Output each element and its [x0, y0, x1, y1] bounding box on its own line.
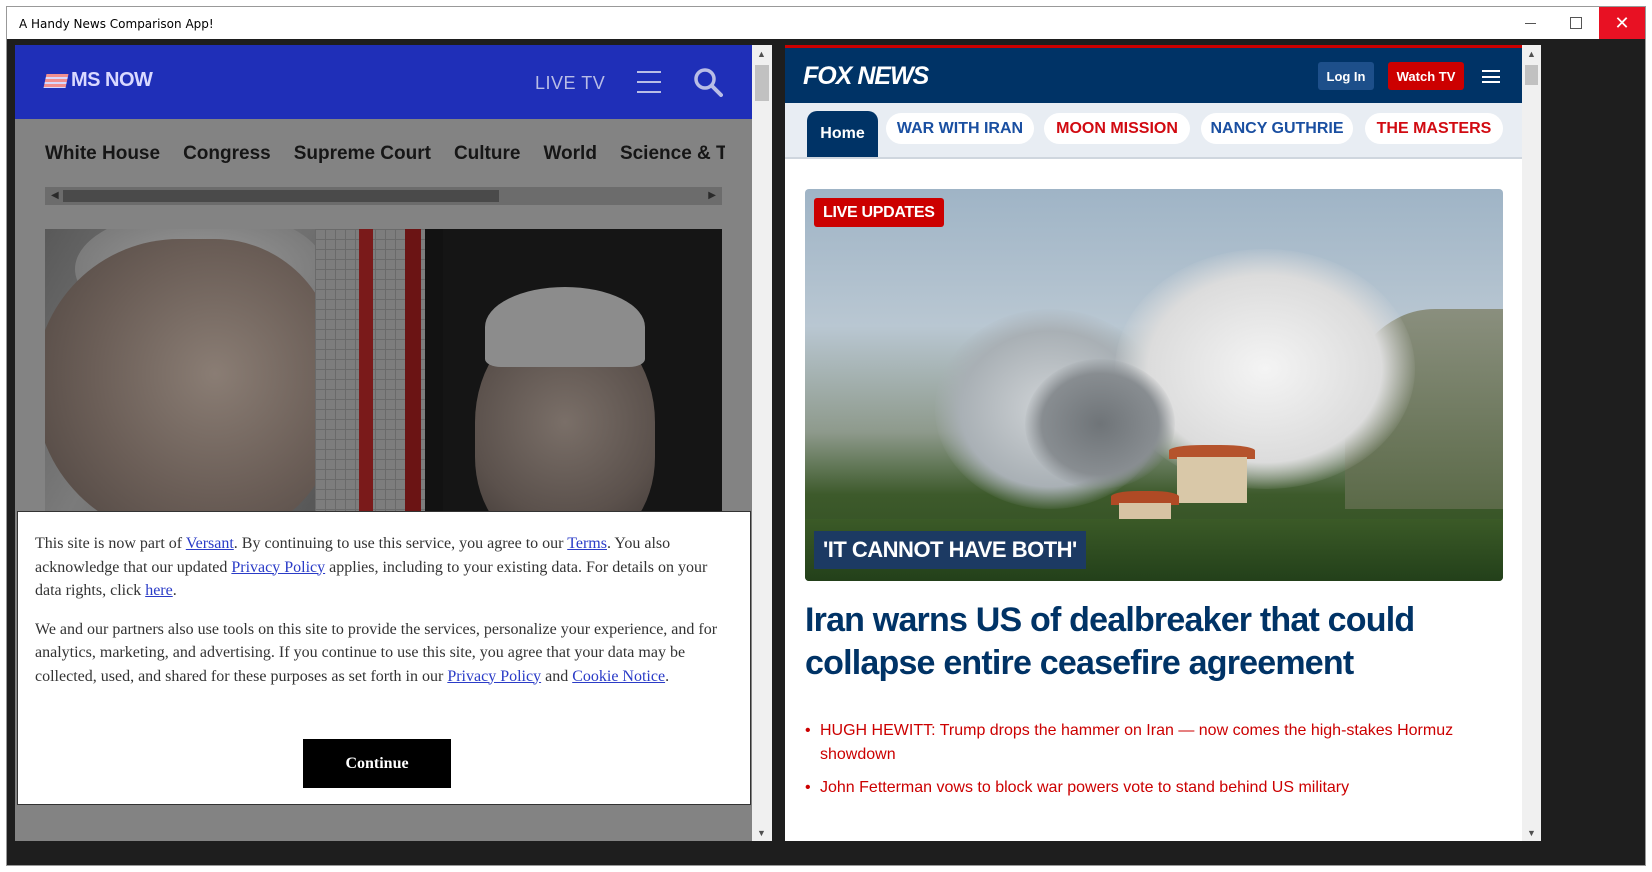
- here-link[interactable]: here: [145, 582, 173, 599]
- scroll-right-icon[interactable]: ▶: [708, 190, 716, 201]
- foxnews-logo[interactable]: FOX NEWS: [803, 62, 929, 91]
- related-story[interactable]: John Fetterman vows to block war powers …: [805, 776, 1505, 800]
- minimize-icon: [1524, 22, 1536, 24]
- msnow-nav: White House Congress Supreme Court Cultu…: [45, 143, 725, 165]
- related-stories-list: HUGH HEWITT: Trump drops the hammer on I…: [805, 719, 1505, 809]
- foxnews-pane: FOX NEWS Log In Watch TV Home WAR WITH I…: [785, 45, 1541, 841]
- login-button[interactable]: Log In: [1318, 62, 1374, 90]
- lead-story-image[interactable]: [45, 229, 722, 519]
- continue-button[interactable]: Continue: [303, 739, 451, 788]
- consent-paragraph-1: This site is now part of Versant. By con…: [35, 535, 708, 599]
- terms-link[interactable]: Terms: [567, 535, 607, 552]
- foxnews-tabs: Home WAR WITH IRAN MOON MISSION NANCY GU…: [785, 103, 1522, 159]
- nav-item-congress[interactable]: Congress: [183, 143, 271, 165]
- nav-item-white-house[interactable]: White House: [45, 143, 160, 165]
- msnow-logo[interactable]: MS NOW: [43, 69, 153, 92]
- related-story[interactable]: HUGH HEWITT: Trump drops the hammer on I…: [805, 719, 1505, 767]
- scroll-down-icon[interactable]: ▼: [757, 828, 766, 838]
- title-bar: A Handy News Comparison App! ✕: [7, 7, 1645, 39]
- live-tv-link[interactable]: LIVE TV: [535, 73, 605, 94]
- versant-link[interactable]: Versant: [186, 535, 234, 552]
- tab-war-with-iran[interactable]: WAR WITH IRAN: [886, 113, 1034, 144]
- scroll-up-icon[interactable]: ▲: [1527, 49, 1536, 59]
- close-icon: ✕: [1614, 12, 1630, 33]
- flag-icon: [43, 73, 69, 88]
- tab-the-masters[interactable]: THE MASTERS: [1365, 113, 1503, 144]
- nav-horizontal-scrollbar[interactable]: ◀ ▶: [45, 187, 722, 205]
- tab-home[interactable]: Home: [807, 111, 878, 157]
- privacy-policy-link[interactable]: Privacy Policy: [231, 559, 325, 576]
- scroll-left-icon[interactable]: ◀: [51, 190, 59, 201]
- main-headline[interactable]: Iran warns US of dealbreaker that could …: [805, 599, 1505, 685]
- right-vertical-scrollbar[interactable]: ▲ ▼: [1522, 45, 1541, 841]
- consent-dialog: This site is now part of Versant. By con…: [17, 511, 751, 805]
- close-button[interactable]: ✕: [1599, 7, 1645, 39]
- scroll-down-icon[interactable]: ▼: [1527, 828, 1536, 838]
- hamburger-menu-icon[interactable]: [1482, 70, 1500, 83]
- tab-nancy-guthrie[interactable]: NANCY GUTHRIE: [1201, 113, 1353, 144]
- scrollbar-thumb[interactable]: [63, 190, 499, 202]
- msnow-pane: MS NOW LIVE TV White House Congress Supr…: [15, 45, 772, 841]
- privacy-policy-link-2[interactable]: Privacy Policy: [447, 668, 541, 685]
- msnow-header: MS NOW LIVE TV: [15, 45, 752, 119]
- msnow-logo-text: MS NOW: [71, 69, 153, 91]
- foxnews-header: FOX NEWS Log In Watch TV: [785, 45, 1522, 103]
- nav-item-supreme-court[interactable]: Supreme Court: [294, 143, 431, 165]
- live-updates-badge: LIVE UPDATES: [814, 198, 944, 227]
- minimize-button[interactable]: [1507, 7, 1553, 39]
- tab-moon-mission[interactable]: MOON MISSION: [1044, 113, 1190, 144]
- scrollbar-thumb[interactable]: [755, 65, 769, 101]
- watch-tv-button[interactable]: Watch TV: [1388, 62, 1464, 90]
- nav-item-science-tech[interactable]: Science & Tec: [620, 143, 725, 165]
- hero-quote-label: 'IT CANNOT HAVE BOTH': [814, 531, 1086, 569]
- maximize-icon: [1570, 17, 1582, 29]
- nav-item-world[interactable]: World: [543, 143, 596, 165]
- hamburger-menu-icon[interactable]: [637, 71, 661, 93]
- maximize-button[interactable]: [1553, 7, 1599, 39]
- window-title: A Handy News Comparison App!: [19, 17, 214, 31]
- scrollbar-thumb[interactable]: [1525, 65, 1538, 85]
- hero-image[interactable]: LIVE UPDATES 'IT CANNOT HAVE BOTH': [805, 189, 1503, 581]
- scroll-up-icon[interactable]: ▲: [757, 49, 766, 59]
- cookie-notice-link[interactable]: Cookie Notice: [572, 668, 665, 685]
- nav-item-culture[interactable]: Culture: [454, 143, 521, 165]
- consent-paragraph-2: We and our partners also use tools on th…: [35, 620, 718, 685]
- search-icon[interactable]: [693, 67, 723, 97]
- left-vertical-scrollbar[interactable]: ▲ ▼: [752, 45, 772, 841]
